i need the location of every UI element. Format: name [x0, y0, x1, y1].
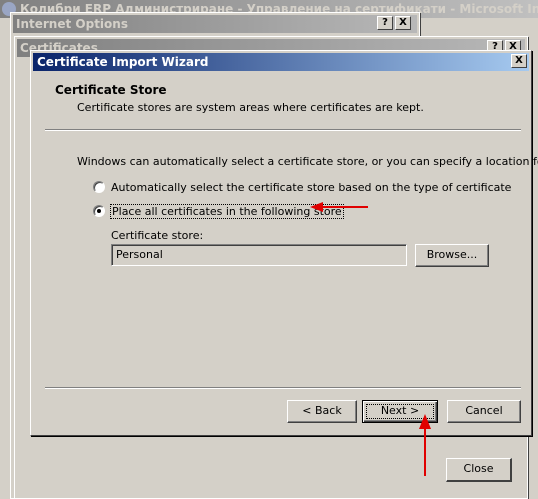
wizard-close-button[interactable]: X	[511, 54, 527, 68]
intro-text: Windows can automatically select a certi…	[77, 155, 538, 168]
auto-select-option[interactable]: Automatically select the certificate sto…	[93, 179, 511, 195]
browse-button[interactable]: Browse...	[415, 244, 489, 267]
auto-select-radio[interactable]	[93, 181, 105, 193]
annotation-arrow-line-next	[424, 428, 426, 476]
footer-separator	[45, 387, 521, 389]
annotation-arrow-line-option	[322, 206, 368, 208]
internet-options-close-button[interactable]: X	[395, 16, 411, 30]
place-in-store-label[interactable]: Place all certificates in the following …	[110, 203, 344, 219]
certificate-store-label: Certificate store:	[111, 229, 204, 242]
wizard-title: Certificate Import Wizard	[37, 55, 209, 69]
auto-select-label[interactable]: Automatically select the certificate sto…	[111, 181, 511, 194]
annotation-arrow-head-next	[419, 414, 431, 429]
internet-options-title: Internet Options	[16, 17, 128, 31]
annotation-arrow-head-option	[310, 202, 323, 212]
page-description: Certificate stores are system areas wher…	[77, 101, 424, 114]
place-in-store-option[interactable]: Place all certificates in the following …	[93, 203, 344, 219]
internet-options-help-button[interactable]: ?	[377, 16, 393, 30]
place-in-store-radio[interactable]	[93, 205, 105, 217]
certificates-close-button[interactable]: Close	[446, 458, 512, 482]
header-separator	[45, 129, 521, 131]
certificate-import-wizard: Certificate Import Wizard X Certificate …	[30, 50, 538, 436]
internet-options-titlebar: Internet Options	[13, 15, 417, 33]
cancel-button[interactable]: Cancel	[447, 400, 521, 423]
wizard-titlebar: Certificate Import Wizard	[33, 53, 529, 71]
back-button[interactable]: < Back	[287, 400, 357, 423]
page-title: Certificate Store	[55, 83, 167, 97]
certificate-store-field[interactable]: Personal	[111, 244, 407, 266]
